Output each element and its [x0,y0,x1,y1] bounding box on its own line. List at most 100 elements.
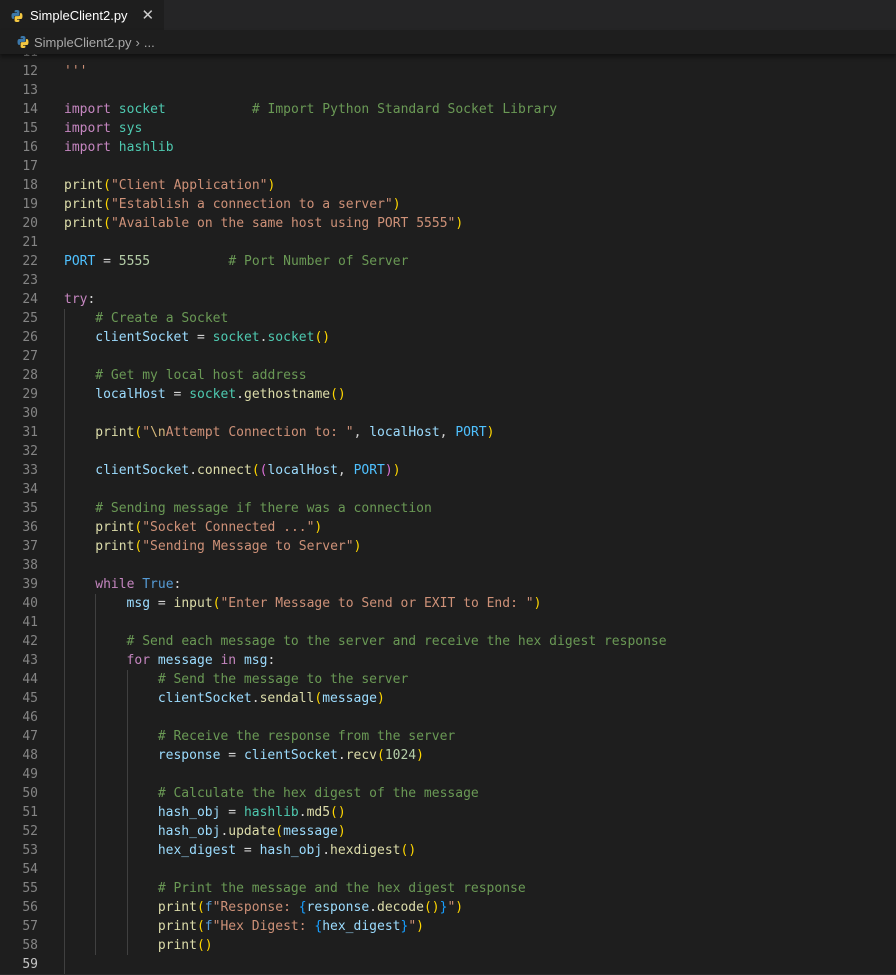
code-line[interactable]: 21 [0,233,896,252]
code-token: " [408,919,417,934]
code-token: f [204,900,213,915]
code-line[interactable]: 56 print(f"Response: {response.decode()}"… [0,898,896,917]
code-token: () [196,938,213,953]
line-number: 56 [22,900,38,915]
indent-guide [126,765,128,784]
code-line[interactable]: 15 import sys [0,119,896,138]
line-text: localHost = socket.gethostname() [95,385,345,404]
code-line[interactable]: 29 localHost = socket.gethostname() [0,385,896,404]
code-token: . [369,900,377,915]
indent-guide [126,784,128,803]
close-icon[interactable]: ✕ [142,8,155,23]
line-text: for message in msg: [127,651,276,670]
code-line[interactable]: 12 ''' [0,62,896,81]
code-line[interactable]: 24 try: [0,290,896,309]
code-line[interactable]: 33 clientSocket.connect((localHost, PORT)… [0,461,896,480]
line-text: print("Socket Connected ...") [95,518,322,537]
indent-guide [64,651,65,670]
code-line[interactable]: 32 [0,442,896,461]
code-token: ) [455,900,464,915]
indent-guide [95,803,97,822]
indent-guide [95,898,97,917]
code-line[interactable]: 37 print("Sending Message to Server") [0,537,896,556]
indent-guide [64,670,65,689]
code-line[interactable]: 30 [0,404,896,423]
code-line[interactable]: 13 [0,81,896,100]
code-token: . [298,805,307,820]
line-number: 28 [22,368,38,383]
line-text: print(f"Response: {response.decode()}") [158,898,463,917]
code-line[interactable]: 48 response = clientSocket.recv(1024) [0,746,896,765]
code-line[interactable]: 36 print("Socket Connected ...") [0,518,896,537]
code-token: response [157,748,221,763]
code-line[interactable]: 35 # Sending message if there was a conne… [0,499,896,518]
code-line[interactable]: 18 print("Client Application") [0,176,896,195]
code-line[interactable]: 47 # Receive the response from the server [0,727,896,746]
code-line[interactable]: 50 # Calculate the hex digest of the mess… [0,784,896,803]
code-line[interactable]: 43 for message in msg: [0,651,896,670]
code-line[interactable]: 27 [0,347,896,366]
code-line[interactable]: 52 hash_obj.update(message) [0,822,896,841]
code-line[interactable]: 23 [0,271,896,290]
indent-guide [64,708,65,727]
line-number: 17 [22,159,38,174]
code-line[interactable]: 17 [0,157,896,176]
code-line[interactable]: 40 msg = input("Enter Message to Send or … [0,594,896,613]
code-line[interactable]: 34 [0,480,896,499]
code-line[interactable]: 28 # Get my local host address [0,366,896,385]
code-line[interactable]: 46 [0,708,896,727]
code-line[interactable]: 14 import socket # Import Python Standard… [0,100,896,119]
line-text: print("\nAttempt Connection to: ", local… [95,423,494,442]
code-line[interactable]: 26 clientSocket = socket.socket() [0,328,896,347]
code-line[interactable]: 39 while True: [0,575,896,594]
breadcrumb-symbols[interactable]: ... [144,35,155,50]
code-line[interactable]: 55 # Print the message and the hex digest… [0,879,896,898]
code-token: ) [416,919,424,934]
code-line[interactable]: 31 print("\nAttempt Connection to: ", loc… [0,423,896,442]
line-number: 46 [22,710,38,725]
code-line[interactable]: 22 PORT = 5555 # Port Number of Server [0,252,896,271]
code-token: ) [337,824,346,839]
indent-guide [64,898,65,917]
line-number: 52 [22,824,38,839]
code-line[interactable]: 41 [0,613,896,632]
code-line[interactable]: 53 hex_digest = hash_obj.hexdigest() [0,841,896,860]
line-number: 22 [22,254,38,269]
code-line[interactable]: 44 # Send the message to the server [0,670,896,689]
python-icon [16,35,30,49]
indent-guide [64,784,65,803]
code-token: : [267,653,276,668]
indent-guide [64,328,65,347]
code-line[interactable]: 49 [0,765,896,784]
code-line[interactable]: 19 print("Establish a connection to a ser… [0,195,896,214]
code-line[interactable]: 58 print() [0,936,896,955]
code-token: " [142,425,151,440]
code-line[interactable]: 25 # Create a Socket [0,309,896,328]
indent-guide [64,594,65,613]
code-line[interactable]: 51 hash_obj = hashlib.md5() [0,803,896,822]
code-line[interactable]: 57 print(f"Hex Digest: {hex_digest}") [0,917,896,936]
code-token: msg [243,653,268,668]
tab-simpleclient2[interactable]: SimpleClient2.py ✕ [0,0,165,30]
code-line[interactable]: 38 [0,556,896,575]
code-line[interactable]: 20 print("Available on the same host usin… [0,214,896,233]
indent-guide [64,860,65,879]
code-editor[interactable]: 11 12 ''' 13 14 import socket # Import Python… [0,54,896,975]
line-text: print("Available on the same host using … [64,214,463,233]
code-line[interactable]: 59 [0,955,896,975]
code-line[interactable]: 54 [0,860,896,879]
code-token: ( [196,919,205,934]
code-token: , [439,425,456,440]
indent-guide [95,746,97,765]
code-token: hex_digest [322,919,401,934]
code-line[interactable]: 45 clientSocket.sendall(message) [0,689,896,708]
line-number: 31 [22,425,38,440]
line-number: 40 [22,596,38,611]
line-number: 48 [22,748,38,763]
breadcrumb-file[interactable]: SimpleClient2.py [34,35,132,50]
code-line[interactable]: 16 import hashlib [0,138,896,157]
code-line[interactable]: 42 # Send each message to the server and … [0,632,896,651]
code-line[interactable]: 11 [0,54,896,62]
